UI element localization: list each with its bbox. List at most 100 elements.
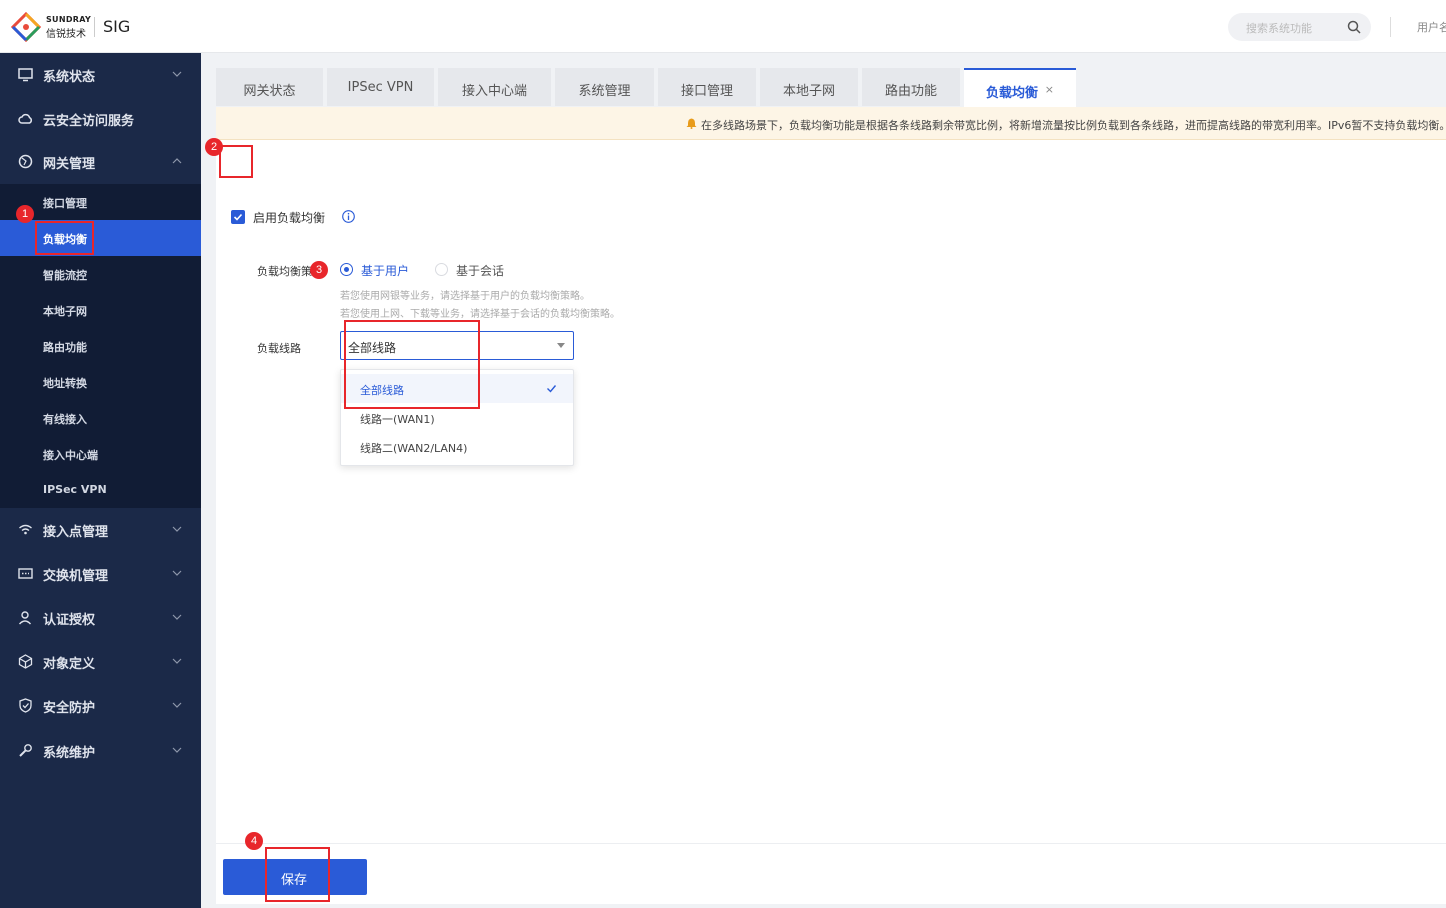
sidebar-item-system-status[interactable]: 系统状态 bbox=[0, 53, 201, 97]
sidebar-item-label: 云安全访问服务 bbox=[43, 114, 135, 129]
tab-label: 接口管理 bbox=[680, 84, 733, 99]
line-label: 负载线路 bbox=[257, 342, 301, 355]
sub-item-label: 本地子网 bbox=[43, 305, 87, 318]
annotation-marker-1: 1 bbox=[16, 205, 34, 223]
tab-access-center[interactable]: 接入中心端 bbox=[438, 68, 551, 106]
sub-item-label: 有线接入 bbox=[43, 413, 87, 426]
sidebar-item-security[interactable]: 安全防护 bbox=[0, 684, 201, 728]
sidebar-item-label: 认证授权 bbox=[43, 613, 96, 628]
tab-label: 系统管理 bbox=[578, 84, 631, 99]
check-icon bbox=[547, 385, 557, 393]
sidebar-sub-nat[interactable]: 地址转换 bbox=[0, 364, 201, 400]
enable-load-balance-label[interactable]: 启用负载均衡 bbox=[253, 209, 325, 226]
strategy-hint-1: 若您使用网银等业务，请选择基于用户的负载均衡策略。 bbox=[340, 291, 590, 302]
sidebar-sub-ipsec[interactable]: IPSec VPN bbox=[0, 472, 201, 508]
header-divider bbox=[1390, 17, 1391, 37]
sidebar-sub-wired-access[interactable]: 有线接入 bbox=[0, 400, 201, 436]
strategy-hint-2: 若您使用上网、下载等业务，请选择基于会话的负载均衡策略。 bbox=[340, 309, 620, 320]
switch-icon bbox=[18, 568, 33, 579]
enable-load-balance-checkbox[interactable] bbox=[231, 210, 245, 224]
sidebar-item-switch[interactable]: 交换机管理 bbox=[0, 552, 201, 596]
sundray-logo-icon bbox=[11, 12, 41, 42]
sub-item-label: 接入中心端 bbox=[43, 449, 98, 462]
annotation-marker-4: 4 bbox=[245, 832, 263, 850]
tab-load-balance[interactable]: 负载均衡 × bbox=[964, 68, 1076, 108]
sidebar-item-objects[interactable]: 对象定义 bbox=[0, 640, 201, 684]
sidebar-item-auth[interactable]: 认证授权 bbox=[0, 596, 201, 640]
check-icon bbox=[233, 213, 243, 221]
sidebar-item-gateway[interactable]: 网关管理 bbox=[0, 140, 201, 184]
annotation-marker-3: 3 bbox=[310, 261, 328, 279]
brand-name-en: SUNDRAY bbox=[46, 15, 92, 24]
sidebar-item-label: 安全防护 bbox=[43, 701, 96, 716]
sidebar-item-label: 交换机管理 bbox=[43, 569, 109, 584]
tab-system-mgmt[interactable]: 系统管理 bbox=[555, 68, 654, 106]
wifi-icon bbox=[19, 524, 32, 535]
sidebar-item-ap[interactable]: 接入点管理 bbox=[0, 508, 201, 552]
notice-bar: 在多线路场景下，负载均衡功能是根据各条线路剩余带宽比例，将新增流量按比例负载到各… bbox=[216, 107, 1446, 140]
sidebar-item-label: 网关管理 bbox=[43, 157, 96, 172]
strategy-session-radio[interactable] bbox=[435, 263, 448, 276]
chevron-down-icon bbox=[172, 570, 182, 576]
strategy-session-label[interactable]: 基于会话 bbox=[456, 262, 504, 279]
sub-item-label: 地址转换 bbox=[43, 377, 87, 390]
info-icon[interactable] bbox=[342, 210, 355, 223]
tab-label: 网关状态 bbox=[243, 84, 296, 99]
sidebar-sub-access-center[interactable]: 接入中心端 bbox=[0, 436, 201, 472]
tab-label: 接入中心端 bbox=[461, 84, 527, 99]
search-placeholder: 搜索系统功能 bbox=[1246, 22, 1312, 35]
sub-item-label: 路由功能 bbox=[43, 341, 87, 354]
strategy-user-radio[interactable] bbox=[340, 263, 353, 276]
tab-ipsec-vpn[interactable]: IPSec VPN bbox=[327, 68, 434, 106]
strategy-user-label[interactable]: 基于用户 bbox=[361, 262, 409, 279]
sub-item-label: 智能流控 bbox=[43, 269, 87, 282]
sidebar-sub-traffic-control[interactable]: 智能流控 bbox=[0, 256, 201, 292]
tab-routing[interactable]: 路由功能 bbox=[862, 68, 960, 106]
shield-icon bbox=[19, 698, 32, 713]
sub-item-label: 接口管理 bbox=[43, 197, 87, 210]
line-option-wan2[interactable]: 线路二(WAN2/LAN4) bbox=[341, 432, 573, 461]
sidebar-sub-load-balance[interactable]: 负载均衡 bbox=[0, 220, 201, 256]
brand-divider bbox=[94, 17, 95, 37]
sidebar-sub-local-subnet[interactable]: 本地子网 bbox=[0, 292, 201, 328]
tab-interface-mgmt[interactable]: 接口管理 bbox=[658, 68, 756, 106]
search-input[interactable]: 搜索系统功能 bbox=[1228, 13, 1371, 41]
sidebar-item-maintenance[interactable]: 系统维护 bbox=[0, 729, 201, 773]
user-menu[interactable]: 用户名 bbox=[1417, 19, 1446, 35]
user-icon bbox=[18, 611, 32, 625]
app-name: SIG bbox=[103, 17, 131, 36]
sidebar: 系统状态 云安全访问服务 网关管理 接口管理 负载均衡 智能流控 本地子网 路由… bbox=[0, 53, 201, 908]
search-icon[interactable] bbox=[1347, 20, 1361, 34]
sidebar-item-label: 系统维护 bbox=[43, 746, 96, 761]
tab-gateway-status[interactable]: 网关状态 bbox=[216, 68, 323, 106]
sidebar-item-label: 系统状态 bbox=[43, 70, 96, 85]
sidebar-sub-routing[interactable]: 路由功能 bbox=[0, 328, 201, 364]
sub-item-label: IPSec VPN bbox=[43, 483, 107, 496]
chevron-up-icon bbox=[172, 158, 182, 164]
tab-label: 本地子网 bbox=[782, 84, 835, 99]
close-icon[interactable]: × bbox=[1045, 83, 1054, 96]
monitor-icon bbox=[18, 68, 33, 82]
annotation-box-3 bbox=[344, 320, 480, 409]
cloud-icon bbox=[18, 113, 32, 124]
chevron-down-icon bbox=[172, 747, 182, 753]
brand-name-cn: 信锐技术 bbox=[46, 29, 86, 40]
option-label: 线路一(WAN1) bbox=[360, 413, 435, 426]
chevron-down-icon bbox=[172, 71, 182, 77]
annotation-box-1 bbox=[35, 221, 94, 255]
top-header: SUNDRAY 信锐技术 SIG 搜索系统功能 用户名 bbox=[0, 0, 1446, 53]
content-panel: 在多线路场景下，负载均衡功能是根据各条线路剩余带宽比例，将新增流量按比例负载到各… bbox=[216, 107, 1446, 904]
annotation-box-2 bbox=[219, 145, 253, 178]
cube-icon bbox=[18, 654, 33, 669]
main-area: 网关状态 IPSec VPN 接入中心端 系统管理 接口管理 本地子网 路由功能… bbox=[201, 53, 1446, 908]
annotation-marker-2: 2 bbox=[205, 138, 223, 156]
tab-local-subnet[interactable]: 本地子网 bbox=[760, 68, 858, 106]
footer-divider bbox=[216, 843, 1446, 844]
chevron-down-icon bbox=[172, 658, 182, 664]
option-label: 线路二(WAN2/LAN4) bbox=[360, 442, 468, 455]
annotation-box-4 bbox=[265, 847, 330, 902]
sidebar-item-label: 接入点管理 bbox=[43, 525, 109, 540]
chevron-down-icon bbox=[172, 614, 182, 620]
notice-text: 在多线路场景下，负载均衡功能是根据各条线路剩余带宽比例，将新增流量按比例负载到各… bbox=[701, 119, 1446, 132]
sidebar-item-cloud-access[interactable]: 云安全访问服务 bbox=[0, 97, 201, 141]
